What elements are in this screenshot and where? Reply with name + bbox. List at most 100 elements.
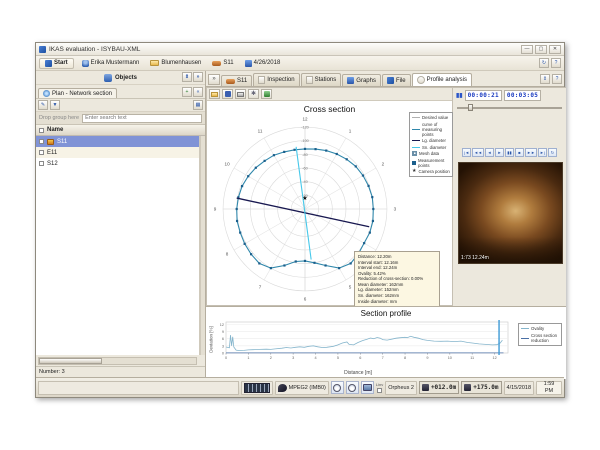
fast-forward-button[interactable]: ►► [525, 148, 537, 157]
tab-s11[interactable]: S11 [221, 75, 252, 86]
select-all-checkbox[interactable] [39, 128, 44, 133]
square-swatch [412, 161, 416, 165]
gauge-button-1[interactable] [331, 381, 344, 394]
ribbon-item-section[interactable]: S11 [209, 59, 236, 67]
svg-text:0: 0 [222, 352, 224, 356]
expand-icon[interactable]: » [193, 72, 203, 82]
tab-overflow-button[interactable]: » [208, 74, 220, 85]
monitor-button[interactable] [361, 381, 374, 394]
linv-toggle[interactable]: Linv [376, 383, 383, 393]
export-button[interactable] [261, 89, 272, 99]
app-window: IKAS evaluation - ISYBAU-XML — ▢ ✕ Start… [35, 42, 565, 398]
tab-inspection[interactable]: Inspection [253, 73, 299, 86]
collapse-icon[interactable]: « [193, 87, 203, 97]
refresh-icon[interactable]: ↻ [539, 58, 549, 68]
objects-panel-title: Objects [115, 75, 137, 81]
status-date: 4/15/2018 [507, 385, 531, 391]
ribbon-item-date[interactable]: 4/26/2018 [242, 59, 284, 68]
scrollbar-thumb[interactable] [39, 358, 102, 364]
legend-item: Measurement points [412, 158, 450, 168]
slider-thumb[interactable] [468, 104, 473, 111]
app-icon [39, 46, 46, 53]
start-tab[interactable]: Start [39, 58, 74, 69]
filter-edit-icon[interactable]: ✎ [38, 100, 48, 110]
maximize-button[interactable]: ▢ [535, 45, 547, 54]
pin-icon[interactable]: ⇕ [540, 74, 550, 84]
gear-icon: ✱ [251, 91, 256, 97]
svg-text:2: 2 [382, 162, 385, 167]
tab-file[interactable]: File [382, 74, 411, 86]
minimize-button[interactable]: — [521, 45, 533, 54]
video-counter-row: ▮▮ 00:00:21 00:03:05 [453, 88, 566, 101]
legend-item: Ovality [521, 326, 559, 331]
gauge-button-2[interactable] [346, 381, 359, 394]
tab-stations[interactable]: Stations [301, 73, 342, 86]
linv-checkbox[interactable] [377, 388, 382, 393]
list-item-e11[interactable]: E11 [36, 147, 199, 158]
person-icon [82, 60, 89, 67]
step-back-button[interactable]: ◄ [485, 148, 494, 157]
row-checkbox[interactable] [39, 139, 44, 144]
help-icon[interactable]: ? [551, 58, 561, 68]
legend-item: Desired value [412, 115, 450, 120]
svg-text:-80: -80 [302, 153, 308, 157]
skip-end-button[interactable]: ►| [538, 148, 547, 157]
object-list: S11 E11 S12 [36, 136, 200, 355]
print-button[interactable] [235, 89, 246, 99]
svg-text:0: 0 [225, 356, 227, 360]
tab-graphs[interactable]: Graphs [342, 74, 381, 86]
profile-icon [417, 76, 425, 84]
slider-track[interactable] [457, 107, 562, 109]
skip-start-button[interactable]: |◄ [462, 148, 471, 157]
row-checkbox[interactable] [39, 150, 44, 155]
stop-button[interactable]: ■ [515, 148, 524, 157]
objects-filter-toolbar: ✎ ▼ ▦ [36, 99, 205, 112]
tab-plan-network-section[interactable]: Plan - Network section [38, 88, 117, 98]
open-button[interactable] [209, 89, 220, 99]
pipe-icon [212, 61, 221, 66]
tab-profile-analysis[interactable]: Profile analysis [412, 73, 472, 86]
video-seek-slider[interactable] [457, 104, 562, 111]
rewind-button[interactable]: ◄◄ [472, 148, 484, 157]
play-button[interactable]: ► [495, 148, 504, 157]
ribbon-item-project[interactable]: Blumenhausen [147, 59, 204, 67]
ribbon-item-operator[interactable]: Erika Mustermann [79, 59, 143, 68]
add-icon[interactable]: + [182, 87, 192, 97]
project-label: Blumenhausen [161, 60, 201, 66]
grid-swatch [412, 151, 417, 156]
filter-icon[interactable]: ▼ [50, 100, 60, 110]
horizontal-scrollbar[interactable] [38, 357, 197, 365]
video-panel: ▮▮ 00:00:21 00:03:05 |◄ ◄◄ ◄ ► ▮▮ ■ ►► ►… [453, 87, 566, 306]
legend-item: curve of measuring points [412, 122, 450, 137]
pin-icon[interactable]: ⇕ [182, 72, 192, 82]
object-count: Number: 3 [39, 369, 65, 375]
export-icon [264, 91, 270, 97]
grid-view-icon[interactable]: ▦ [193, 100, 203, 110]
odometer-icon [464, 384, 471, 391]
date-cell: 4/15/2018 [504, 381, 534, 395]
line-swatch [412, 147, 420, 148]
linv-label: Linv [376, 383, 383, 387]
svg-text:5: 5 [349, 285, 352, 290]
status-bar: MPEG2 (IMB0) Linv Orpheus 2 +012.0m +175… [36, 377, 564, 397]
pipe-section-icon [47, 139, 54, 145]
list-item-s11[interactable]: S11 [36, 136, 199, 147]
help-icon[interactable]: ? [552, 74, 562, 84]
section-profile-chart[interactable]: 0369120123456789101112 [210, 319, 560, 367]
star-swatch: ★ [412, 169, 416, 174]
list-item-s12[interactable]: S12 [36, 158, 199, 169]
vertical-scrollbar[interactable] [200, 136, 205, 355]
svg-text:3: 3 [292, 356, 294, 360]
save-button[interactable] [222, 89, 233, 99]
settings-button[interactable]: ✱ [248, 89, 259, 99]
close-button[interactable]: ✕ [549, 45, 561, 54]
row-checkbox[interactable] [39, 161, 44, 166]
video-position-overlay: 1:73 12.24m [461, 255, 489, 261]
open-icon [211, 92, 218, 97]
inspection-video-frame[interactable]: 1:73 12.24m [458, 162, 563, 264]
search-input[interactable] [82, 114, 202, 123]
object-count-footer: Number: 3 [36, 366, 205, 377]
loop-button[interactable]: ↻ [548, 148, 557, 157]
column-header-row[interactable]: Name [36, 125, 205, 136]
pause-button[interactable]: ▮▮ [505, 148, 514, 157]
